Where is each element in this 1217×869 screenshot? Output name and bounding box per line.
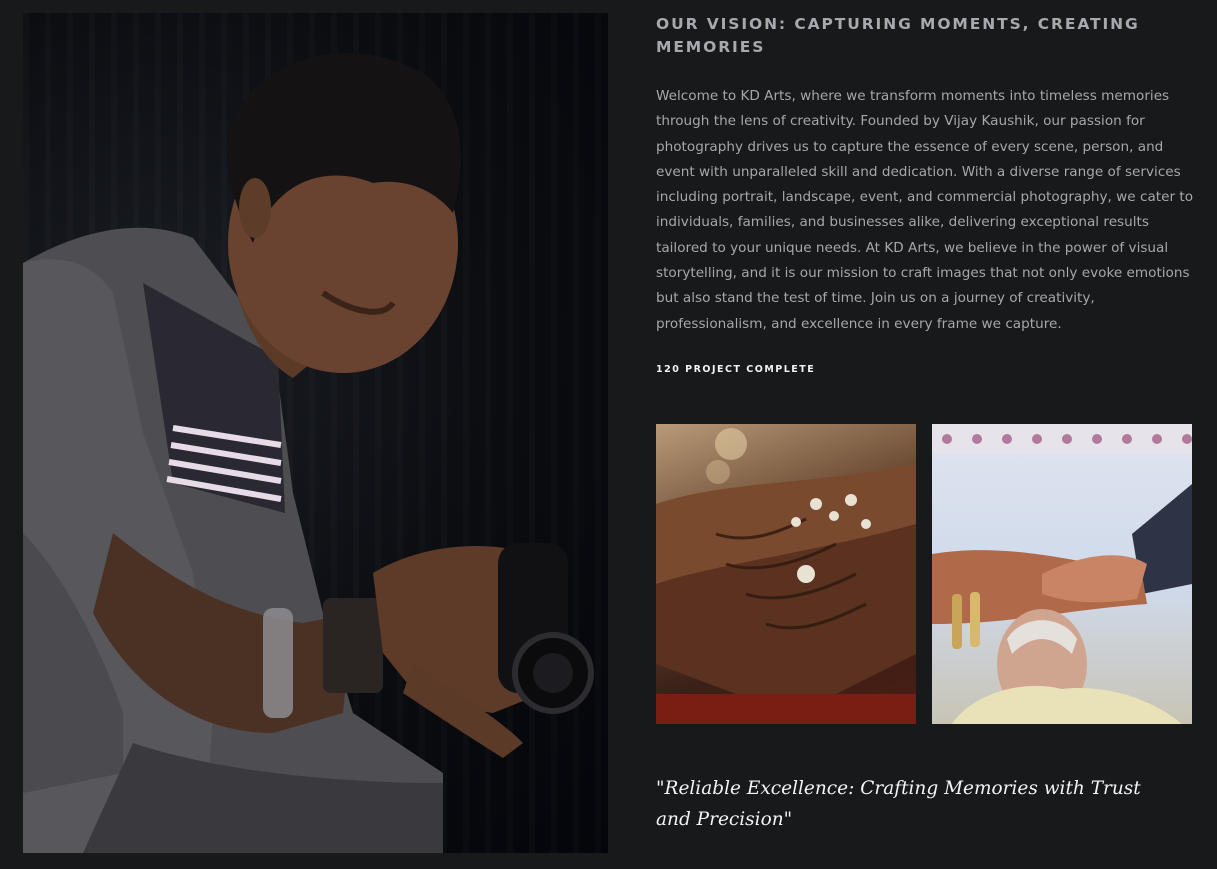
mehndi-hands-illustration	[656, 428, 916, 724]
mehndi-hands-image	[656, 424, 916, 724]
projects-complete-stat: 120 PROJECT COMPLETE	[656, 363, 816, 375]
vision-content: OUR VISION: CAPTURING MOMENTS, CREATING …	[656, 13, 1196, 375]
tagline-quote: "Reliable Excellence: Crafting Memories …	[656, 778, 1141, 830]
ring-ceremony-image	[932, 424, 1192, 724]
portrait-illustration	[23, 53, 594, 853]
vision-description: Welcome to KD Arts, where we transform m…	[656, 88, 1194, 332]
about-section: OUR VISION: CAPTURING MOMENTS, CREATING …	[0, 0, 1217, 869]
ring-ceremony-illustration	[932, 424, 1192, 724]
photographer-portrait-image	[23, 13, 608, 853]
vision-heading: OUR VISION: CAPTURING MOMENTS, CREATING …	[656, 15, 1140, 56]
